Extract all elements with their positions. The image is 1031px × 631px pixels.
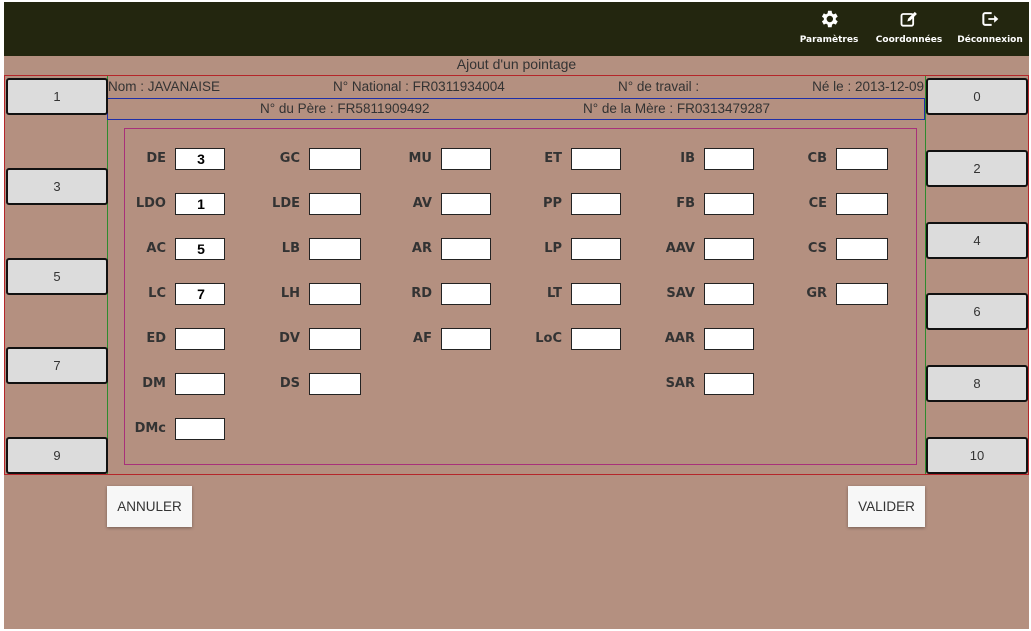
- field-label-et: ET: [544, 151, 562, 166]
- field-input-sav[interactable]: [704, 283, 754, 305]
- field-label-av: AV: [412, 196, 432, 211]
- field-label-mu: MU: [408, 151, 433, 166]
- field-input-lp[interactable]: [571, 238, 621, 260]
- field-input-dm[interactable]: [175, 373, 225, 395]
- field-input-lc[interactable]: [175, 283, 225, 305]
- field-input-gr[interactable]: [836, 283, 888, 305]
- field-input-dmc[interactable]: [175, 418, 225, 440]
- score-button-8[interactable]: 8: [926, 365, 1028, 402]
- field-label-gc: GC: [279, 151, 300, 166]
- field-label-dm: DM: [142, 376, 166, 391]
- field-input-loc[interactable]: [571, 328, 621, 350]
- field-input-cs[interactable]: [836, 238, 888, 260]
- field-label-de: DE: [146, 151, 166, 166]
- animal-info-row: Nom : JAVANAISE N° National : FR03119340…: [108, 78, 924, 98]
- field-input-ac[interactable]: [175, 238, 225, 260]
- field-input-sar[interactable]: [704, 373, 754, 395]
- field-input-de[interactable]: [175, 148, 225, 170]
- mother-number: N° de la Mère : FR0313479287: [583, 101, 771, 116]
- field-input-rd[interactable]: [441, 283, 491, 305]
- field-label-ac: AC: [146, 241, 166, 256]
- field-input-ar[interactable]: [441, 238, 491, 260]
- animal-name: Nom : JAVANAISE: [108, 79, 221, 94]
- score-button-4[interactable]: 4: [926, 222, 1028, 259]
- score-button-7[interactable]: 7: [6, 347, 108, 384]
- field-label-af: AF: [413, 331, 432, 346]
- field-input-ldo[interactable]: [175, 193, 225, 215]
- field-input-lde[interactable]: [309, 193, 361, 215]
- gear-icon: [821, 10, 838, 28]
- field-label-gr: GR: [806, 286, 827, 301]
- field-input-lh[interactable]: [309, 283, 361, 305]
- field-label-aar: AAR: [664, 331, 695, 346]
- field-input-aar[interactable]: [704, 328, 754, 350]
- field-label-ib: IB: [680, 151, 695, 166]
- field-label-lb: LB: [281, 241, 300, 256]
- logout-icon: [982, 12, 999, 26]
- logout-label: Déconnexion: [957, 35, 1023, 45]
- field-label-aav: AAV: [665, 241, 695, 256]
- father-number: N° du Père : FR5811909492: [260, 101, 430, 116]
- page-title: Ajout d'un pointage: [456, 56, 577, 72]
- field-label-rd: RD: [411, 286, 432, 301]
- field-label-ar: AR: [411, 241, 432, 256]
- field-label-lt: LT: [547, 286, 562, 301]
- edit-icon: [900, 11, 917, 27]
- field-label-lde: LDE: [272, 196, 300, 211]
- field-label-sav: SAV: [666, 286, 695, 301]
- score-button-3[interactable]: 3: [6, 168, 108, 205]
- score-button-0[interactable]: 0: [926, 78, 1028, 115]
- field-label-dv: DV: [279, 331, 300, 346]
- logout-button[interactable]: Déconnexion: [954, 8, 1026, 45]
- national-number: N° National : FR0311934004: [333, 79, 505, 94]
- field-label-sar: SAR: [665, 376, 695, 391]
- contact-details-button[interactable]: Coordonnées: [874, 8, 944, 45]
- field-label-loc: LoC: [535, 331, 562, 346]
- field-label-lh: LH: [280, 286, 300, 301]
- cancel-button[interactable]: ANNULER: [107, 486, 192, 527]
- field-input-lb[interactable]: [309, 238, 361, 260]
- field-input-gc[interactable]: [309, 148, 361, 170]
- field-input-mu[interactable]: [441, 148, 491, 170]
- score-button-1[interactable]: 1: [6, 78, 108, 115]
- field-input-ib[interactable]: [704, 148, 754, 170]
- contact-details-label: Coordonnées: [875, 35, 943, 45]
- field-input-ce[interactable]: [836, 193, 888, 215]
- field-label-ed: ED: [146, 331, 166, 346]
- parents-info-row: N° du Père : FR5811909492 N° de la Mère …: [107, 98, 925, 120]
- field-input-lt[interactable]: [571, 283, 621, 305]
- scoring-form: Ajout d'un pointage Nom : JAVANAISE N° N…: [4, 56, 1029, 629]
- field-label-lp: LP: [544, 241, 562, 256]
- field-label-cb: CB: [807, 151, 827, 166]
- settings-label: Paramètres: [799, 35, 859, 45]
- field-label-lc: LC: [148, 286, 166, 301]
- field-label-ds: DS: [279, 376, 300, 391]
- field-label-dmc: DMc: [134, 421, 166, 436]
- field-label-pp: PP: [542, 196, 562, 211]
- field-input-et[interactable]: [571, 148, 621, 170]
- submit-button[interactable]: VALIDER: [848, 486, 925, 527]
- score-button-10[interactable]: 10: [926, 437, 1028, 474]
- score-button-2[interactable]: 2: [926, 150, 1028, 187]
- top-nav-bar: Paramètres Coordonnées Déconnexion: [4, 2, 1029, 56]
- field-input-av[interactable]: [441, 193, 491, 215]
- field-label-ldo: LDO: [135, 196, 166, 211]
- field-input-fb[interactable]: [704, 193, 754, 215]
- score-button-5[interactable]: 5: [6, 258, 108, 295]
- field-input-pp[interactable]: [571, 193, 621, 215]
- field-input-af[interactable]: [441, 328, 491, 350]
- field-input-ed[interactable]: [175, 328, 225, 350]
- field-label-ce: CE: [808, 196, 827, 211]
- birth-date: Né le : 2013-12-09: [812, 79, 924, 94]
- work-number: N° de travail :: [618, 79, 700, 94]
- score-button-6[interactable]: 6: [926, 293, 1028, 330]
- settings-button[interactable]: Paramètres: [796, 8, 862, 45]
- field-input-ds[interactable]: [309, 373, 361, 395]
- score-button-9[interactable]: 9: [6, 437, 108, 474]
- field-input-dv[interactable]: [309, 328, 361, 350]
- field-label-cs: CS: [807, 241, 827, 256]
- field-input-cb[interactable]: [836, 148, 888, 170]
- field-input-aav[interactable]: [704, 238, 754, 260]
- field-label-fb: FB: [676, 196, 695, 211]
